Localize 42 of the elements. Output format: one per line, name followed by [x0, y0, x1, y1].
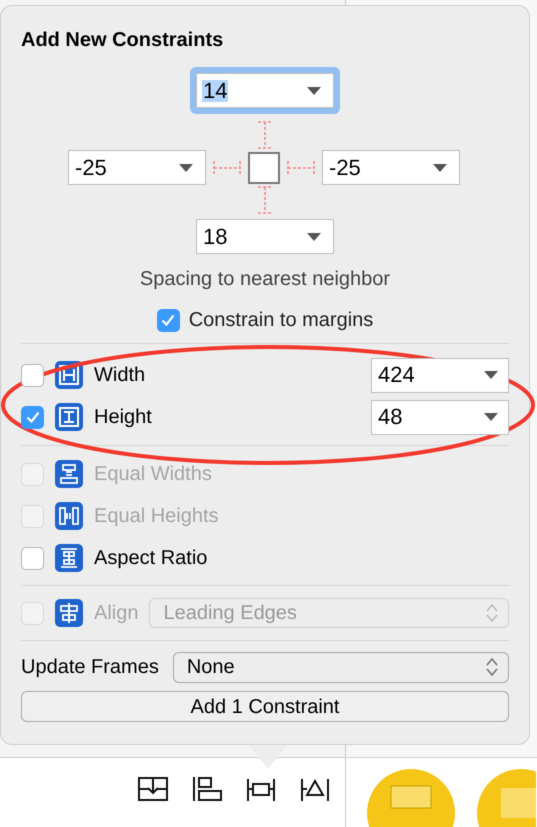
stepper-arrows-icon [486, 603, 498, 623]
aspect-ratio-icon [55, 544, 83, 572]
update-frames-label: Update Frames [21, 655, 159, 680]
align-label: Align [94, 601, 138, 626]
dropdown-arrow-icon [433, 164, 447, 172]
constraint-label: Width [94, 363, 146, 388]
dropdown-arrow-icon [484, 413, 498, 421]
dropdown-arrow-icon [307, 232, 321, 240]
dropdown-arrow-icon [179, 164, 193, 172]
view-square [248, 152, 280, 184]
view-icon [476, 768, 536, 827]
height-constraint-icon [55, 403, 83, 431]
spacing-field[interactable]: 18 [196, 219, 334, 254]
constraint-label: Height [94, 405, 152, 430]
spacing-field[interactable]: -25 [68, 150, 206, 185]
update-frames-popup[interactable]: None [172, 652, 509, 682]
constraint-label: Equal Widths [94, 462, 212, 487]
checkbox[interactable] [21, 546, 44, 570]
spacing-field[interactable]: 14 [190, 67, 340, 114]
collection-view-icon [366, 768, 456, 827]
dropdown-arrow-icon [307, 86, 321, 94]
equal-heights-icon [55, 502, 83, 530]
popover-title: Add New Constraints [21, 28, 224, 52]
spacing-caption: Spacing to nearest neighbor [140, 267, 390, 292]
add-constraints-button[interactable]: Add 1 Constraint [21, 691, 509, 722]
constraint-label: Equal Heights [94, 504, 219, 529]
align-icon [55, 599, 83, 627]
stepper-arrows-icon [486, 657, 498, 677]
dropdown-arrow-icon [484, 371, 498, 379]
spacing-field[interactable]: -25 [322, 150, 460, 185]
check-icon [161, 314, 176, 326]
equal-widths-icon [55, 460, 83, 488]
constrain-to-margins-checkbox[interactable]: Constrain to margins [156, 305, 374, 335]
embed-icon[interactable] [137, 774, 169, 802]
constant-field[interactable]: 48 [371, 400, 509, 434]
check-icon [26, 411, 40, 423]
align-icon[interactable] [191, 774, 223, 802]
constraint-label: Aspect Ratio [94, 546, 208, 571]
constant-field[interactable]: 424 [371, 358, 509, 392]
checkbox[interactable] [21, 364, 44, 386]
checkbox[interactable] [21, 406, 44, 428]
checkbox[interactable] [156, 308, 180, 332]
